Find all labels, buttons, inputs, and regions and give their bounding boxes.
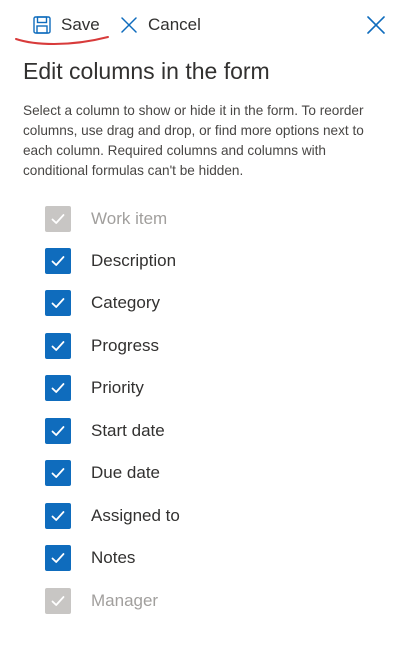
checkmark-icon: [51, 426, 65, 436]
checkmark-icon: [51, 256, 65, 266]
column-label[interactable]: Due date: [91, 461, 160, 485]
column-label: Work item: [91, 209, 168, 228]
column-label: Manager: [91, 591, 159, 610]
column-label[interactable]: Category: [91, 291, 160, 315]
column-item-start-date: Start date: [45, 417, 165, 445]
column-item-category: Category: [45, 289, 160, 317]
column-item-work-item: Work item: [45, 205, 167, 233]
column-item-due-date: Due date: [45, 459, 160, 487]
panel-title: Edit columns in the form: [23, 58, 270, 84]
column-label[interactable]: Description: [91, 249, 176, 273]
column-item-progress: Progress: [45, 332, 159, 360]
column-checkbox-start-date[interactable]: [45, 418, 71, 444]
column-label[interactable]: Notes: [91, 546, 135, 570]
column-checkbox-progress[interactable]: [45, 333, 71, 359]
column-checkbox-category[interactable]: [45, 290, 71, 316]
x-icon: [121, 17, 137, 33]
column-label[interactable]: Start date: [91, 419, 165, 443]
checkmark-icon: [51, 383, 65, 393]
cancel-button[interactable]: Cancel: [119, 12, 201, 38]
checkmark-icon: [51, 298, 65, 308]
column-checkbox-due-date[interactable]: [45, 460, 71, 486]
column-label[interactable]: Progress: [91, 334, 159, 358]
panel-description: Select a column to show or hide it in th…: [23, 103, 364, 178]
column-item-assigned-to: Assigned to: [45, 502, 180, 530]
red-underline-annotation: [15, 36, 109, 45]
checkmark-icon: [51, 511, 65, 521]
checkmark-icon: [51, 341, 65, 351]
command-bar: Save Cancel: [0, 0, 417, 48]
close-icon[interactable]: [365, 14, 387, 36]
column-checkbox-priority[interactable]: [45, 375, 71, 401]
column-item-manager: Manager: [45, 587, 158, 615]
column-item-notes: Notes: [45, 544, 135, 572]
floppy-disk-icon: [33, 16, 51, 34]
checkmark-icon: [51, 553, 65, 563]
column-item-description: Description: [45, 247, 176, 275]
column-checkbox-assigned-to[interactable]: [45, 503, 71, 529]
column-item-priority: Priority: [45, 374, 144, 402]
column-checkbox-manager: [45, 588, 71, 614]
column-label[interactable]: Priority: [91, 376, 144, 400]
column-checkbox-notes[interactable]: [45, 545, 71, 571]
column-label[interactable]: Assigned to: [91, 504, 180, 528]
checkmark-icon: [51, 596, 65, 606]
checkmark-icon: [51, 468, 65, 478]
column-checkbox-work-item: [45, 206, 71, 232]
column-checkbox-description[interactable]: [45, 248, 71, 274]
checkmark-icon: [51, 214, 65, 224]
cancel-button-label: Cancel: [148, 15, 201, 34]
